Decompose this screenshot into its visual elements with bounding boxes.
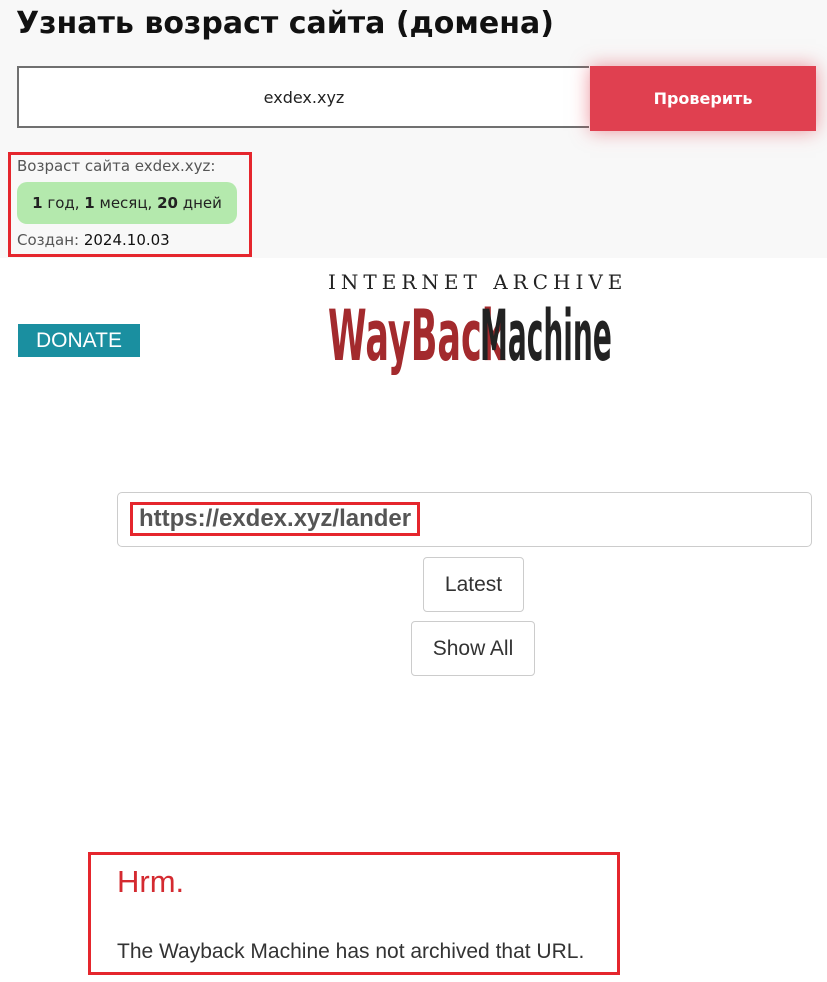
logo-machine-word: Machine	[480, 295, 612, 377]
show-all-button[interactable]: Show All	[411, 621, 535, 676]
donate-button[interactable]: DONATE	[18, 324, 140, 357]
created-line: Создан: 2024.10.03	[17, 231, 170, 249]
days-value: 20	[157, 194, 178, 212]
created-label: Создан:	[17, 231, 80, 249]
domain-input[interactable]	[17, 66, 589, 128]
months-value: 1	[84, 194, 95, 212]
days-unit: дней	[182, 194, 222, 212]
months-unit: месяц	[99, 194, 148, 212]
years-value: 1	[32, 194, 43, 212]
created-date: 2024.10.03	[83, 231, 170, 249]
wayback-machine-logo[interactable]: INTERNET ARCHIVE WayBack Machine	[328, 270, 628, 382]
age-badge: 1 год, 1 месяц, 20 дней	[17, 182, 237, 224]
check-button[interactable]: Проверить	[590, 66, 816, 131]
logo-wayback-word: WayBack	[328, 295, 506, 377]
internet-archive-text: INTERNET ARCHIVE	[328, 270, 628, 294]
latest-button[interactable]: Latest	[423, 557, 524, 612]
page-title: Узнать возраст сайта (домена)	[16, 6, 554, 41]
years-unit: год	[47, 194, 75, 212]
error-message: The Wayback Machine has not archived tha…	[117, 940, 585, 963]
age-label: Возраст сайта exdex.xyz:	[17, 157, 216, 175]
url-input-value[interactable]: https://exdex.xyz/lander	[130, 502, 421, 536]
error-title: Hrm.	[117, 864, 185, 899]
